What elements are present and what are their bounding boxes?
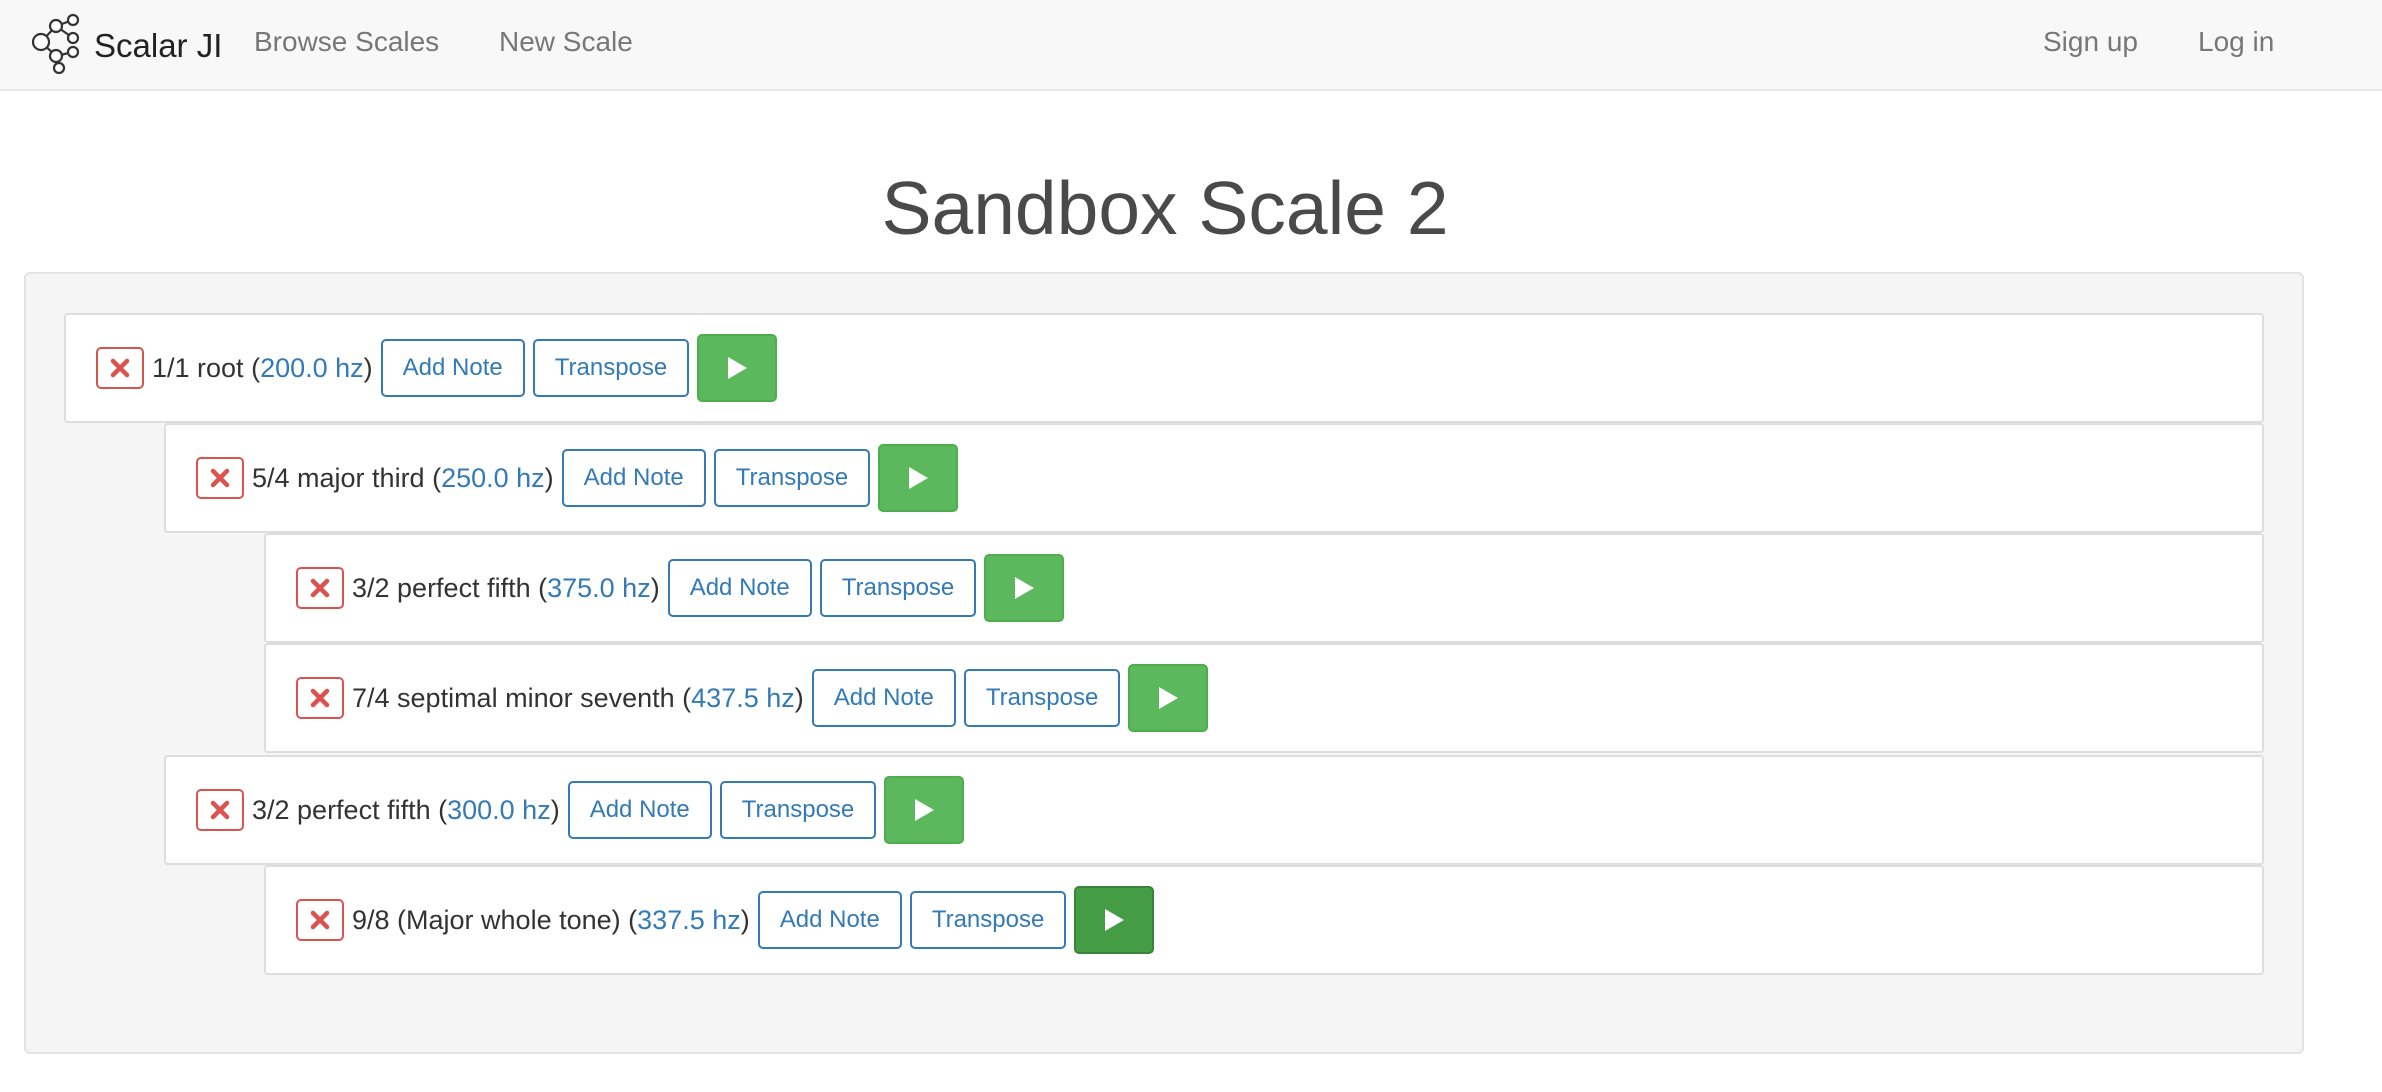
nav-browse-scales[interactable]: Browse Scales (254, 0, 439, 91)
transpose-button[interactable]: Transpose (909, 891, 1067, 949)
molecule-logo-icon (24, 12, 94, 79)
note-frequency: 200.0 hz (260, 352, 364, 383)
play-icon (915, 799, 935, 821)
nav-log-in[interactable]: Log in (2198, 0, 2274, 91)
close-icon (310, 688, 330, 708)
close-icon (110, 358, 130, 378)
note-label: 7/4 septimal minor seventh (437.5 hz) (352, 682, 804, 713)
play-button[interactable] (1128, 664, 1209, 732)
close-icon (210, 468, 230, 488)
play-icon (1105, 909, 1125, 931)
add-note-button[interactable]: Add Note (567, 781, 712, 839)
note-row: 5/4 major third (250.0 hz) Add Note Tran… (164, 423, 2264, 533)
play-button[interactable] (878, 444, 959, 512)
add-note-button[interactable]: Add Note (561, 449, 706, 507)
play-button[interactable] (697, 334, 778, 402)
nav-new-scale[interactable]: New Scale (499, 0, 633, 91)
transpose-button[interactable]: Transpose (819, 559, 977, 617)
add-note-button[interactable]: Add Note (757, 891, 902, 949)
note-frequency: 375.0 hz (547, 572, 651, 603)
page-title: Sandbox Scale 2 (881, 166, 1449, 250)
transpose-button[interactable]: Transpose (532, 339, 690, 397)
note-row: 3/2 perfect fifth (300.0 hz) Add Note Tr… (164, 755, 2264, 865)
note-frequency: 437.5 hz (691, 682, 795, 713)
delete-note-button[interactable] (96, 347, 144, 389)
scale-tree-panel: 1/1 root (200.0 hz) Add Note Transpose 5… (24, 272, 2304, 1054)
add-note-button[interactable]: Add Note (667, 559, 812, 617)
delete-note-button[interactable] (296, 677, 344, 719)
note-frequency: 337.5 hz (637, 904, 741, 935)
play-icon (1015, 577, 1035, 599)
delete-note-button[interactable] (196, 789, 244, 831)
add-note-button[interactable]: Add Note (380, 339, 525, 397)
delete-note-button[interactable] (196, 457, 244, 499)
note-label: 9/8 (Major whole tone) (337.5 hz) (352, 904, 750, 935)
transpose-button[interactable]: Transpose (713, 449, 871, 507)
nav-sign-up[interactable]: Sign up (2043, 0, 2138, 91)
play-button[interactable] (1074, 886, 1155, 954)
note-row: 9/8 (Major whole tone) (337.5 hz) Add No… (264, 865, 2264, 975)
navbar: Scalar JI Browse Scales New Scale Sign u… (0, 0, 2382, 91)
close-icon (210, 800, 230, 820)
transpose-button[interactable]: Transpose (963, 669, 1121, 727)
play-icon (1159, 687, 1179, 709)
note-label: 1/1 root (200.0 hz) (152, 352, 373, 383)
play-icon (909, 467, 929, 489)
note-frequency: 250.0 hz (441, 462, 545, 493)
play-icon (728, 357, 748, 379)
note-label: 5/4 major third (250.0 hz) (252, 462, 554, 493)
note-row: 3/2 perfect fifth (375.0 hz) Add Note Tr… (264, 533, 2264, 643)
delete-note-button[interactable] (296, 567, 344, 609)
add-note-button[interactable]: Add Note (811, 669, 956, 727)
note-row: 7/4 septimal minor seventh (437.5 hz) Ad… (264, 643, 2264, 753)
delete-note-button[interactable] (296, 899, 344, 941)
transpose-button[interactable]: Transpose (719, 781, 877, 839)
play-button[interactable] (884, 776, 965, 844)
note-frequency: 300.0 hz (447, 794, 551, 825)
note-label: 3/2 perfect fifth (300.0 hz) (252, 794, 560, 825)
brand-link[interactable]: Scalar JI (24, 0, 222, 91)
play-button[interactable] (984, 554, 1065, 622)
close-icon (310, 578, 330, 598)
brand-name: Scalar JI (94, 26, 223, 64)
note-label: 3/2 perfect fifth (375.0 hz) (352, 572, 660, 603)
note-row: 1/1 root (200.0 hz) Add Note Transpose (64, 313, 2264, 423)
close-icon (310, 910, 330, 930)
